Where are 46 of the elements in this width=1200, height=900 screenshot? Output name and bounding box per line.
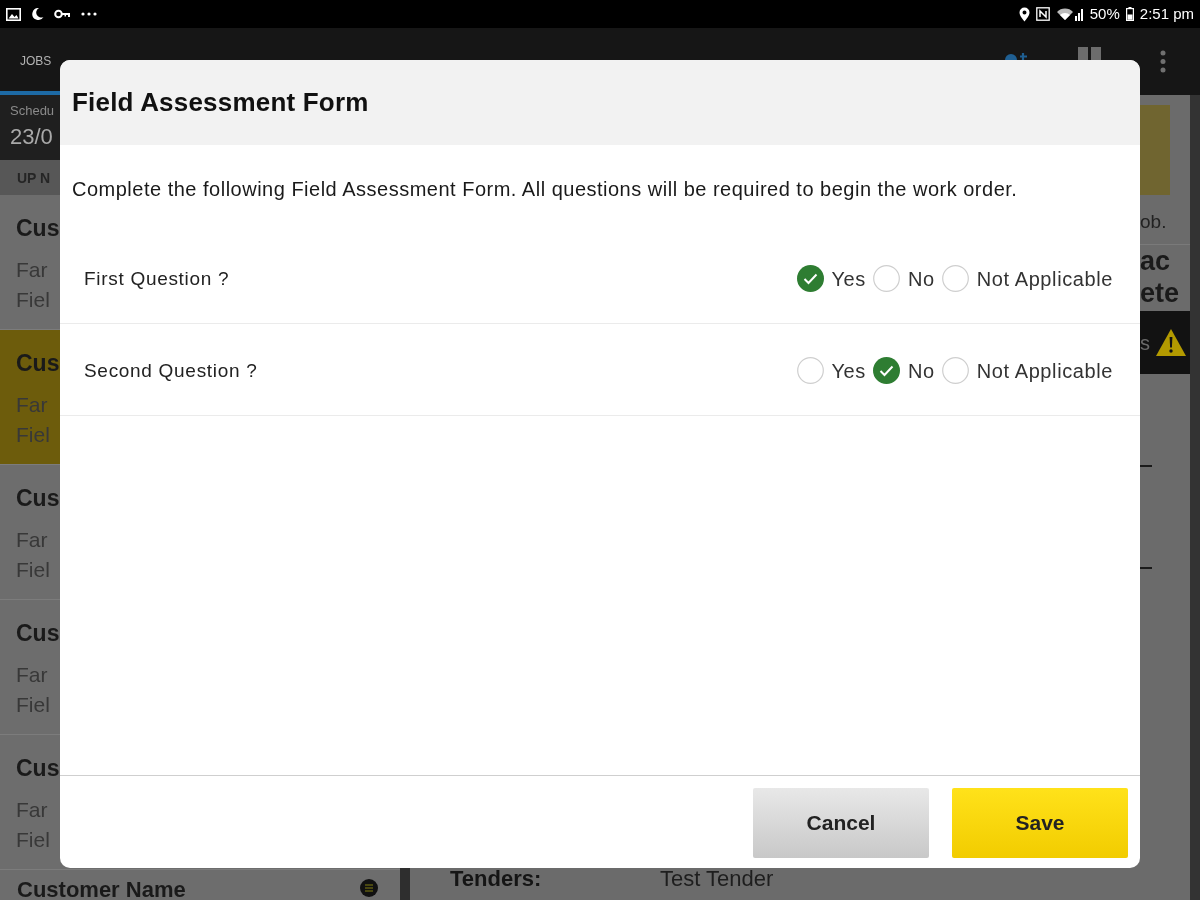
customer-name: Cus	[16, 619, 60, 648]
grid-icon	[1078, 47, 1101, 60]
option-label[interactable]: No	[907, 266, 935, 291]
more-icon	[81, 12, 97, 16]
customer-name: Customer Name	[17, 879, 186, 900]
key-icon	[54, 9, 71, 19]
nfc-icon	[1035, 7, 1050, 21]
radio-button[interactable]	[872, 357, 900, 384]
battery-icon	[1125, 7, 1134, 21]
radio-button[interactable]	[796, 265, 824, 292]
option-label[interactable]: Yes	[831, 358, 866, 383]
option-label[interactable]: Not Applicable	[976, 266, 1113, 291]
overflow-menu-icon[interactable]	[1160, 50, 1166, 73]
dialog-title: Field Assessment Form	[72, 87, 369, 118]
warning-icon	[1155, 328, 1187, 357]
heading-text: ete	[1140, 277, 1180, 309]
save-button[interactable]: Save	[952, 788, 1128, 858]
schedule-label: Schedu	[10, 103, 55, 119]
clock: 2:51 pm	[1139, 5, 1194, 23]
option-label[interactable]: Not Applicable	[976, 358, 1113, 383]
heading-text: ac	[1140, 245, 1171, 277]
customer-name: Cus	[16, 214, 60, 243]
note-text: ob.	[1140, 210, 1167, 234]
question-label: Second Question ?	[84, 359, 258, 382]
tenders-value: Test Tender	[660, 866, 774, 892]
radio-button[interactable]	[872, 265, 900, 292]
radio-button[interactable]	[796, 357, 824, 384]
radio-button[interactable]	[941, 265, 969, 292]
schedule-date: 23/0	[10, 123, 53, 151]
radio-button[interactable]	[941, 357, 969, 384]
image-icon	[6, 7, 21, 21]
location-pin-icon	[1018, 6, 1030, 22]
dialog-description: Complete the following Field Assessment Form. All questions will be required to begin the work order.	[72, 177, 1018, 201]
tenders-label: Tenders:	[450, 866, 543, 892]
question-label: First Question ?	[84, 267, 230, 290]
list-icon	[360, 879, 378, 897]
option-label[interactable]: Yes	[831, 266, 866, 291]
customer-name: Cus	[16, 484, 60, 513]
customer-name: Cus	[16, 349, 60, 378]
wifi-signal-icon	[1055, 7, 1084, 21]
customer-name: Cus	[16, 754, 60, 783]
cancel-button[interactable]: Cancel	[753, 788, 929, 858]
crescent-icon	[31, 7, 44, 21]
option-label[interactable]: No	[907, 358, 935, 383]
alert-text: s	[1140, 330, 1150, 355]
battery-percent: 50%	[1089, 5, 1120, 23]
